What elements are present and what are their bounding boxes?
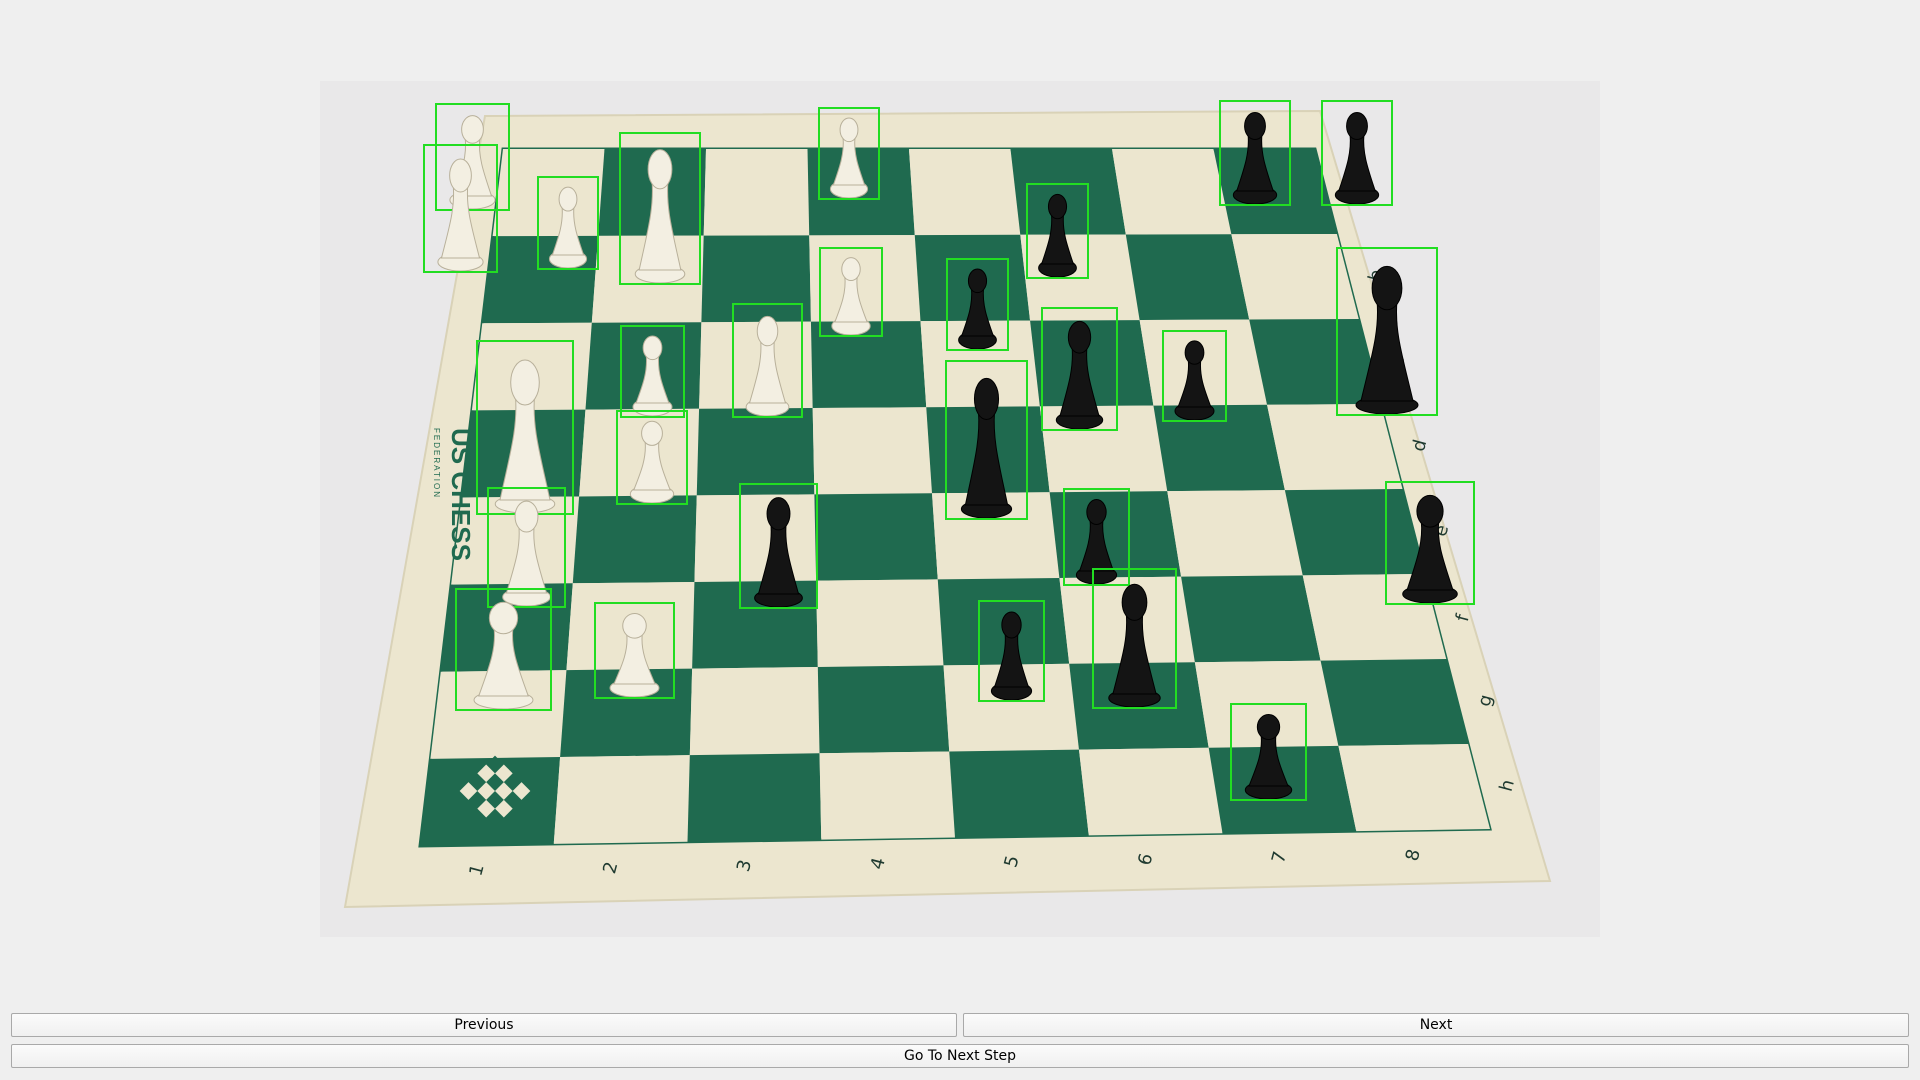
board-square <box>1167 490 1303 577</box>
board-photo: abcdefgh 12345678 US CHESS FEDERATION <box>343 100 1552 909</box>
app-window: abcdefgh 12345678 US CHESS FEDERATION Pr… <box>0 0 1920 1080</box>
board-square <box>1049 491 1182 578</box>
board-square <box>810 321 927 408</box>
board-square <box>819 751 955 840</box>
mat-brand-subtext: FEDERATION <box>432 428 441 499</box>
board-square <box>1338 744 1490 832</box>
board-square <box>701 235 811 323</box>
board-square <box>696 407 815 496</box>
board-square <box>689 666 820 756</box>
board-square <box>816 579 944 667</box>
board-square <box>909 149 1021 236</box>
go-to-next-step-button[interactable]: Go To Next Step <box>11 1044 1909 1068</box>
board-square <box>694 494 817 582</box>
board-square <box>703 149 810 236</box>
board-square <box>814 493 938 581</box>
board-square <box>572 495 697 584</box>
board-square <box>1320 659 1469 746</box>
previous-button[interactable]: Previous <box>11 1013 957 1037</box>
board-square <box>1267 404 1403 491</box>
board-square <box>812 407 932 495</box>
board-image: abcdefgh 12345678 US CHESS FEDERATION <box>320 81 1600 937</box>
board-square <box>1181 575 1321 663</box>
next-button[interactable]: Next <box>963 1013 1909 1037</box>
board-square <box>1125 234 1250 321</box>
board-square <box>553 755 690 844</box>
board-square <box>1112 149 1232 235</box>
board-square <box>1153 404 1285 492</box>
board-square <box>949 749 1089 838</box>
board-square <box>1231 234 1359 320</box>
board-square <box>1078 747 1223 836</box>
board-square <box>1284 489 1425 576</box>
mat-brand-text: US CHESS <box>446 428 476 561</box>
board-square <box>1249 319 1381 405</box>
board-square <box>687 753 822 842</box>
board-square <box>817 665 950 754</box>
